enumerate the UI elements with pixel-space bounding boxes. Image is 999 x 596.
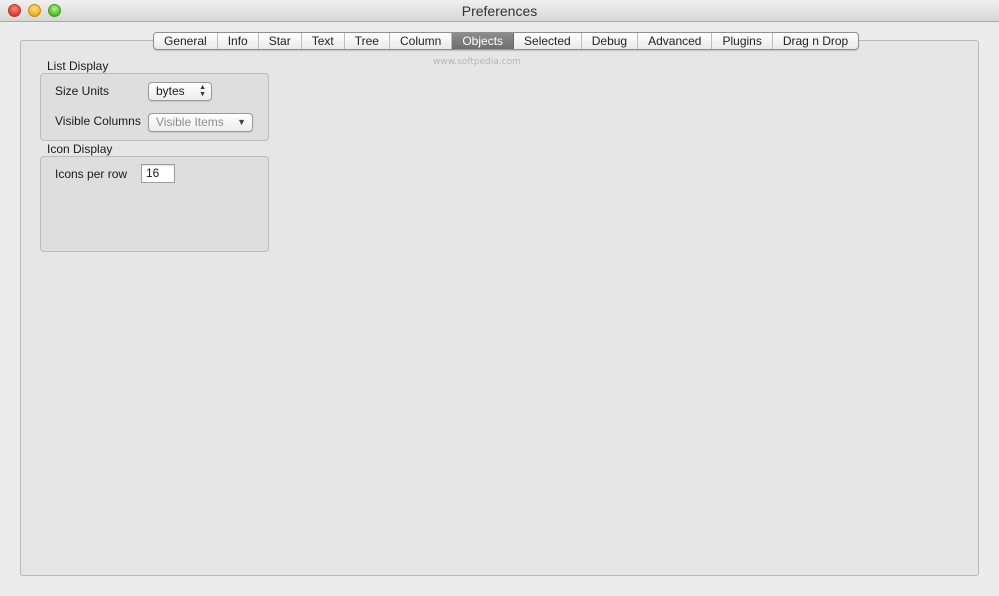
icons-per-row-field[interactable]: 16 [141,164,175,183]
tab-bar: General Info Star Text Tree Column Objec… [153,32,860,50]
tab-selected[interactable]: Selected [514,33,582,49]
window-title: Preferences [461,3,538,19]
tab-plugins[interactable]: Plugins [712,33,773,49]
title-bar: Preferences [0,0,999,22]
visible-columns-value: Visible Items [156,115,224,129]
chevron-down-icon: ▼ [237,117,246,127]
tab-general[interactable]: General [154,33,218,49]
stepper-arrows-icon: ▲ ▼ [199,84,206,98]
icons-per-row-label: Icons per row [55,167,128,181]
watermark: www.softpedia.com [433,57,521,67]
tab-info[interactable]: Info [218,33,259,49]
size-units-popup[interactable]: bytes ▲ ▼ [148,82,212,101]
tab-star[interactable]: Star [259,33,302,49]
size-units-value: bytes [156,84,185,98]
size-units-label: Size Units [55,84,110,98]
tab-debug[interactable]: Debug [582,33,639,49]
tab-text[interactable]: Text [302,33,345,49]
list-display-title: List Display [47,59,109,73]
visible-columns-popup[interactable]: Visible Items ▼ [148,113,253,132]
icon-display-title: Icon Display [47,142,113,156]
tab-advanced[interactable]: Advanced [638,33,713,49]
tab-drag-n-drop[interactable]: Drag n Drop [773,33,858,49]
tab-objects[interactable]: Objects [452,33,515,49]
visible-columns-label: Visible Columns [55,114,141,128]
tab-column[interactable]: Column [390,33,453,49]
tab-tree[interactable]: Tree [345,33,390,49]
